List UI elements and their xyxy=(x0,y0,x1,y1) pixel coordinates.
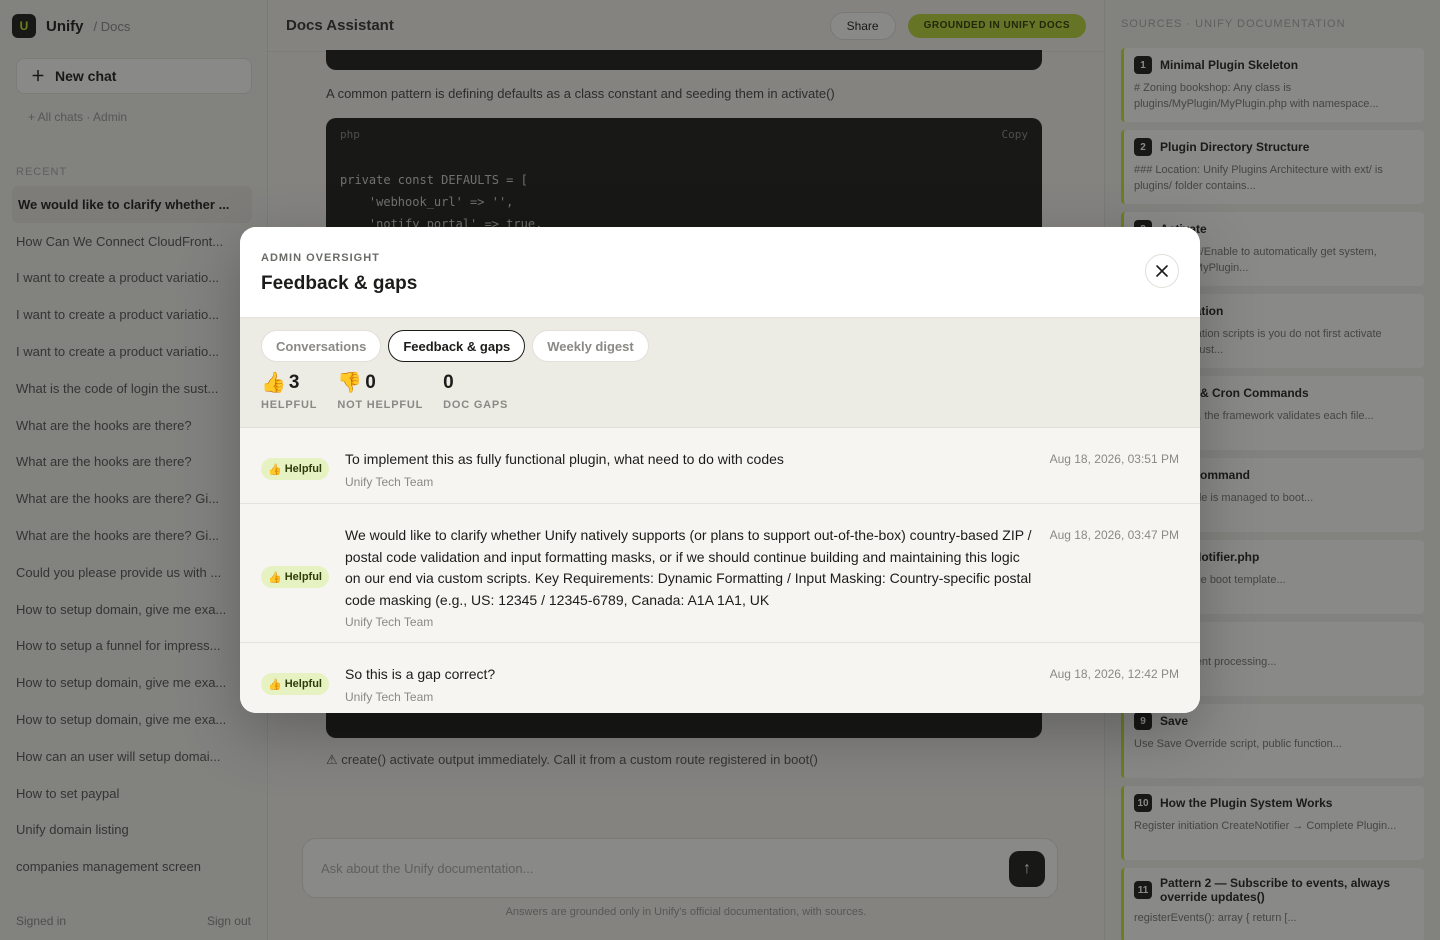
feedback-author: Unify Tech Team xyxy=(345,615,434,629)
feedback-date: Aug 18, 2026, 12:42 PM xyxy=(1049,667,1179,681)
badge-container: 👍 Helpful xyxy=(261,525,345,629)
feedback-row-body: So this is a gap correct? Unify Tech Team xyxy=(345,664,1050,704)
thumbs-up-icon: 👍 xyxy=(268,463,282,476)
helpful-badge-label: Helpful xyxy=(284,571,322,583)
feedback-question: We would like to clarify whether Unify n… xyxy=(345,527,1032,608)
feedback-question: To implement this as fully functional pl… xyxy=(345,451,784,467)
modal-header: Admin oversight Feedback & gaps xyxy=(240,227,1200,318)
badge-container: 👍 Helpful xyxy=(261,449,345,489)
stat-helpful: 👍 3 Helpful xyxy=(261,371,317,411)
feedback-row[interactable]: 👍 Helpful We would like to clarify whether… xyxy=(240,504,1200,643)
helpful-badge: 👍 Helpful xyxy=(261,673,329,695)
helpful-badge: 👍 Helpful xyxy=(261,458,329,480)
stat-value: 3 xyxy=(288,372,300,393)
helpful-badge-label: Helpful xyxy=(284,463,322,475)
feedback-date: Aug 18, 2026, 03:47 PM xyxy=(1049,528,1179,542)
tab-feedback-gaps[interactable]: Feedback & gaps xyxy=(388,330,526,362)
stat-value-line: 👎 0 xyxy=(337,371,423,395)
feedback-author: Unify Tech Team xyxy=(345,474,434,489)
thumbs-up-icon: 👍 xyxy=(261,372,286,394)
stat-value: 0 xyxy=(443,372,454,393)
feedback-row[interactable]: 👍 Helpful To implement this as fully funct… xyxy=(240,428,1200,504)
feedback-author: Unify Tech Team xyxy=(345,689,434,704)
modal-toolbar: Conversations Feedback & gaps Weekly diges… xyxy=(240,318,1200,428)
stat-value-line: 0 xyxy=(443,371,508,395)
thumbs-down-icon: 👎 xyxy=(337,372,363,394)
close-icon xyxy=(1156,265,1168,277)
thumbs-up-icon: 👍 xyxy=(268,678,282,691)
tab-list: Conversations Feedback & gaps Weekly diges… xyxy=(261,330,1179,362)
feedback-row-body: We would like to clarify whether Unify n… xyxy=(345,525,1050,629)
feedback-list: 👍 Helpful To implement this as fully funct… xyxy=(240,428,1200,713)
thumbs-up-icon: 👍 xyxy=(268,571,282,584)
close-button[interactable] xyxy=(1145,254,1179,288)
helpful-badge: 👍 Helpful xyxy=(261,566,329,588)
feedback-modal: Admin oversight Feedback & gaps Conversa… xyxy=(240,227,1200,713)
feedback-question: So this is a gap correct? xyxy=(345,666,496,682)
stat-not-helpful: 👎 0 Not helpful xyxy=(337,371,423,411)
stat-label: Doc gaps xyxy=(443,399,509,411)
modal-title: Feedback & gaps xyxy=(261,273,418,294)
stat-value: 0 xyxy=(365,372,376,393)
tab-weekly-digest[interactable]: Weekly digest xyxy=(532,330,649,362)
stat-doc-gaps: 0 Doc gaps xyxy=(443,371,508,411)
badge-container: 👍 Helpful xyxy=(261,664,345,704)
stats-summary: 👍 3 Helpful 👎 0 Not helpful 0 Doc gaps xyxy=(261,371,1179,411)
feedback-row-body: To implement this as fully functional pl… xyxy=(345,449,1050,489)
helpful-badge-label: Helpful xyxy=(284,678,322,690)
stat-label: Not helpful xyxy=(337,399,424,411)
tab-conversations[interactable]: Conversations xyxy=(261,330,382,362)
feedback-row[interactable]: 👍 Helpful So this is a gap correct? Unify T… xyxy=(240,643,1200,713)
feedback-date: Aug 18, 2026, 03:51 PM xyxy=(1049,452,1179,466)
stat-label: Helpful xyxy=(261,399,318,411)
modal-eyebrow: Admin oversight xyxy=(261,252,380,264)
stat-value-line: 👍 3 xyxy=(261,371,317,395)
